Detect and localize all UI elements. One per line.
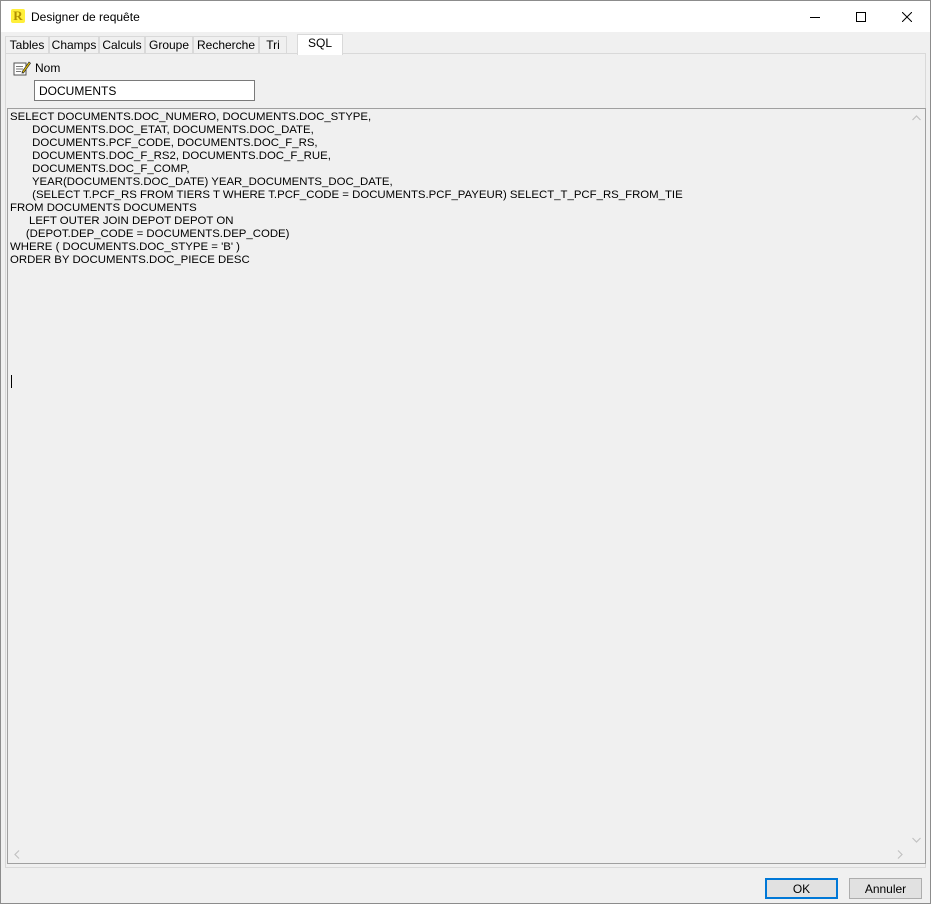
tab-sql[interactable]: SQL bbox=[297, 34, 343, 55]
chevron-down-icon bbox=[912, 837, 921, 843]
tab-calculs[interactable]: Calculs bbox=[99, 36, 145, 54]
tab-tables[interactable]: Tables bbox=[5, 36, 49, 54]
query-designer-window: R Designer de requête Tables Champs Calc… bbox=[0, 0, 931, 904]
edit-note-icon bbox=[13, 61, 31, 76]
tab-strip: Tables Champs Calculs Groupe Recherche T… bbox=[5, 34, 925, 55]
ok-button[interactable]: OK bbox=[765, 878, 838, 899]
close-button[interactable] bbox=[884, 1, 930, 32]
scroll-right-button[interactable] bbox=[891, 846, 908, 863]
report-designer-icon: R bbox=[11, 9, 25, 23]
name-input[interactable] bbox=[34, 80, 255, 101]
tab-recherche[interactable]: Recherche bbox=[193, 36, 259, 54]
chevron-up-icon bbox=[912, 114, 921, 120]
sql-editor[interactable]: SELECT DOCUMENTS.DOC_NUMERO, DOCUMENTS.D… bbox=[7, 108, 926, 864]
tab-groupe[interactable]: Groupe bbox=[145, 36, 193, 54]
minimize-button[interactable] bbox=[792, 1, 838, 32]
maximize-button[interactable] bbox=[838, 1, 884, 32]
scroll-up-button[interactable] bbox=[908, 109, 925, 126]
cancel-button[interactable]: Annuler bbox=[849, 878, 922, 899]
window-title: Designer de requête bbox=[31, 10, 140, 24]
tab-tri[interactable]: Tri bbox=[259, 36, 287, 54]
sql-text[interactable]: SELECT DOCUMENTS.DOC_NUMERO, DOCUMENTS.D… bbox=[10, 111, 910, 848]
scrollbar-corner bbox=[908, 846, 925, 863]
tab-champs[interactable]: Champs bbox=[49, 36, 99, 54]
title-bar[interactable]: R Designer de requête bbox=[1, 1, 930, 32]
vertical-scrollbar[interactable] bbox=[908, 109, 925, 848]
scroll-left-button[interactable] bbox=[8, 846, 25, 863]
text-caret bbox=[11, 375, 12, 388]
name-label: Nom bbox=[35, 61, 61, 75]
chevron-right-icon bbox=[897, 850, 903, 859]
maximize-icon bbox=[856, 11, 866, 22]
chevron-left-icon bbox=[13, 850, 19, 859]
close-icon bbox=[902, 11, 912, 22]
minimize-icon bbox=[810, 16, 820, 18]
horizontal-scrollbar[interactable] bbox=[8, 846, 908, 863]
